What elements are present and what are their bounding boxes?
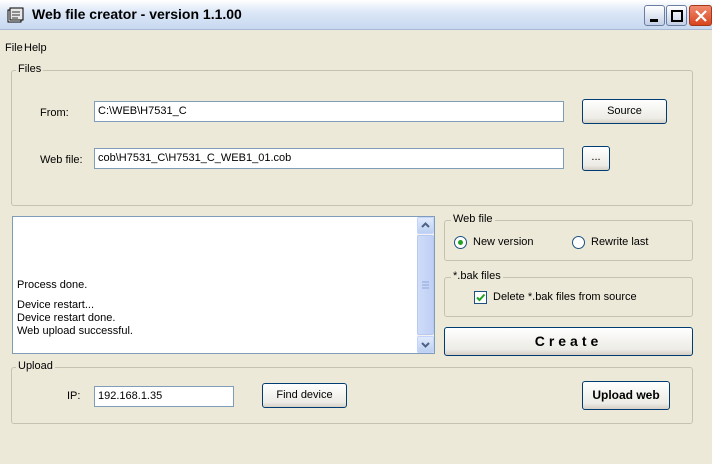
ip-field[interactable]: 192.168.1.35 [94,386,234,407]
from-field[interactable]: C:\WEB\H7531_C [94,101,564,122]
log-line: Device restart done. [17,312,116,324]
log-line: Process done. [17,279,88,291]
log-scrollbar[interactable] [417,217,434,353]
menu-help[interactable]: Help [24,42,47,54]
create-button[interactable]: Create [444,327,693,356]
close-icon [695,10,707,22]
close-button[interactable] [689,5,712,26]
webfile-field[interactable]: cob\H7531_C\H7531_C_WEB1_01.cob [94,148,564,169]
chevron-up-icon [421,222,430,228]
file-creator-icon [7,7,24,23]
delete-bak-checkbox[interactable] [474,291,487,304]
new-version-radio[interactable] [454,236,467,249]
find-device-button[interactable]: Find device [262,383,347,408]
scroll-down-button[interactable] [417,336,434,353]
log-lines: Process done. Device restart... Device res… [17,253,133,364]
files-group [11,70,693,206]
webfile-label: Web file: [40,154,83,166]
title-bar[interactable]: Web file creator - version 1.1.00 [0,0,712,30]
source-button[interactable]: Source [582,99,667,124]
minimize-icon [650,19,658,22]
log-line: Web upload successful. [17,325,133,337]
log-output[interactable]: Process done. Device restart... Device res… [12,216,435,354]
rewrite-last-label[interactable]: Rewrite last [591,236,648,248]
checkmark-icon [476,293,486,302]
upload-group-label: Upload [16,360,55,372]
menu-file[interactable]: File [5,42,23,54]
scroll-thumb[interactable] [417,235,434,335]
new-version-label[interactable]: New version [473,236,534,248]
maximize-icon [671,10,683,22]
minimize-button[interactable] [644,5,665,26]
from-label: From: [40,107,69,119]
maximize-button[interactable] [666,5,687,26]
upload-web-button[interactable]: Upload web [582,381,670,410]
window-title: Web file creator - version 1.1.00 [32,6,242,22]
scroll-up-button[interactable] [417,217,434,234]
ip-label: IP: [67,390,81,402]
grip-icon [422,281,429,289]
webfile-group-label: Web file [451,213,495,225]
chevron-down-icon [421,342,430,348]
delete-bak-label[interactable]: Delete *.bak files from source [493,291,637,303]
log-line: Device restart... [17,299,95,311]
browse-button[interactable]: ... [582,146,610,171]
rewrite-last-radio[interactable] [572,236,585,249]
bak-group-label: *.bak files [451,270,503,282]
files-group-label: Files [16,63,44,75]
